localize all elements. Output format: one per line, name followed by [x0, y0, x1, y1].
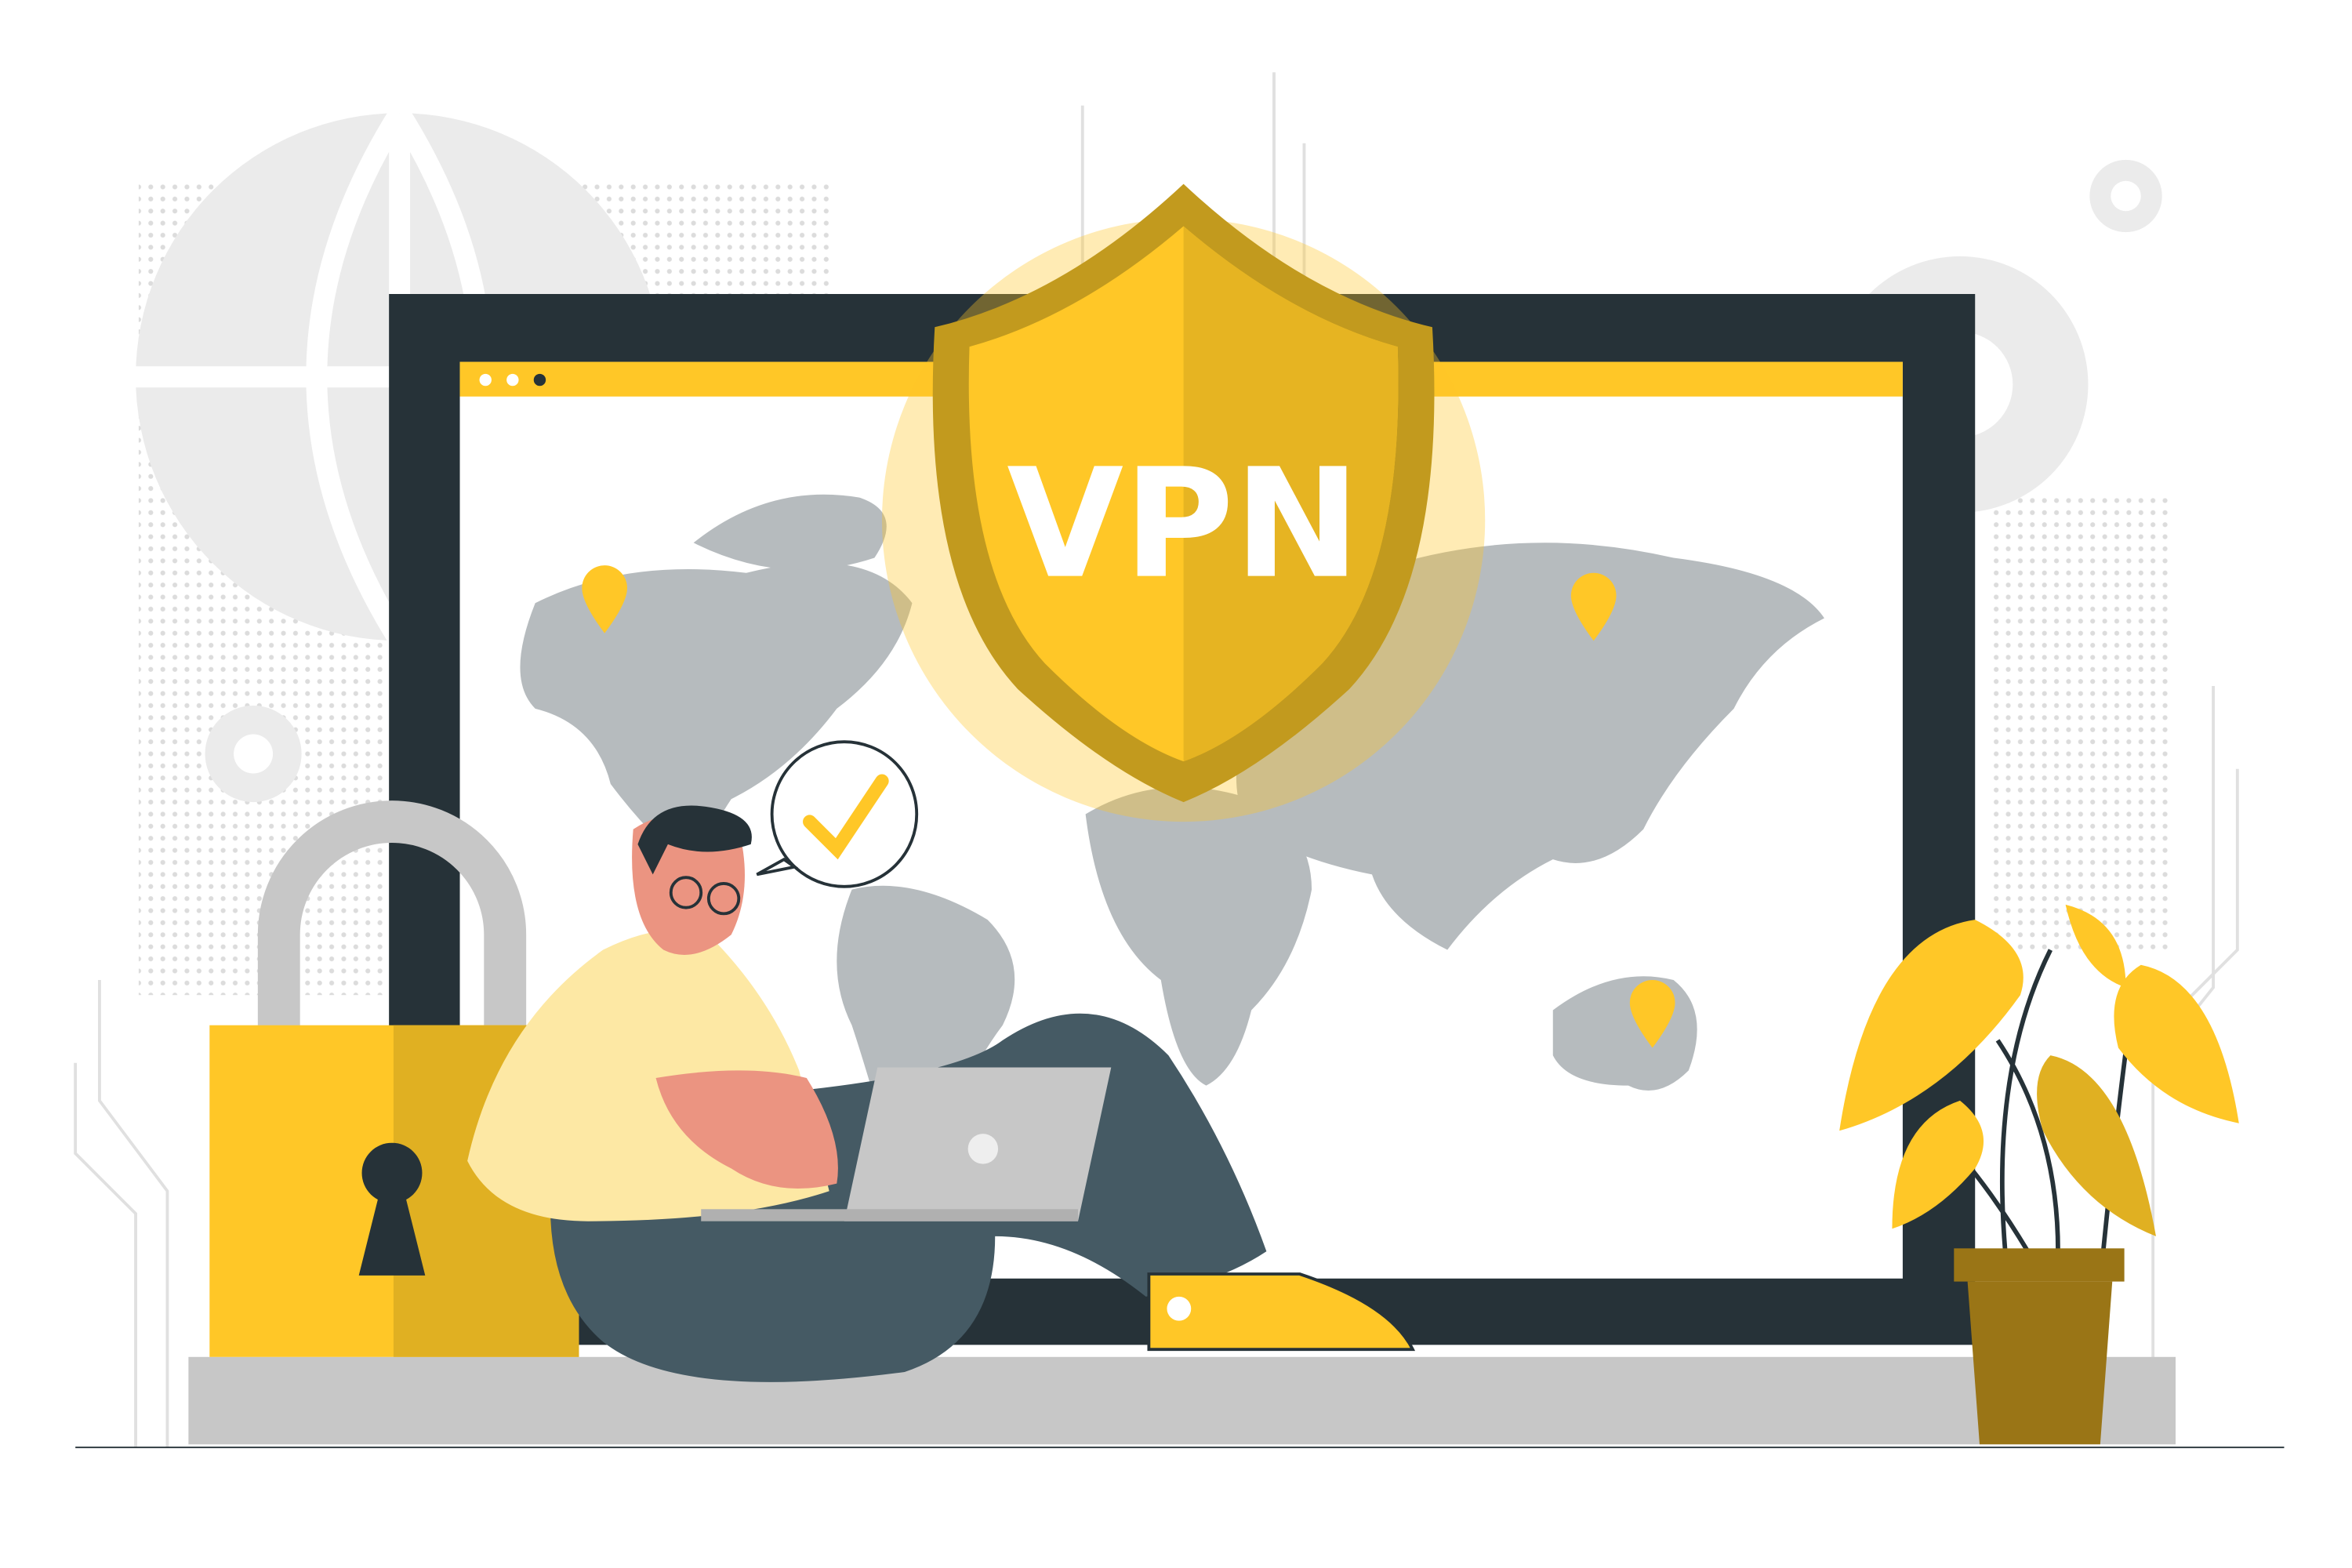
vpn-illustration: VPN [74, 72, 2285, 1449]
floor-shelf [188, 1356, 2176, 1445]
shield-label: VPN [1007, 437, 1360, 612]
